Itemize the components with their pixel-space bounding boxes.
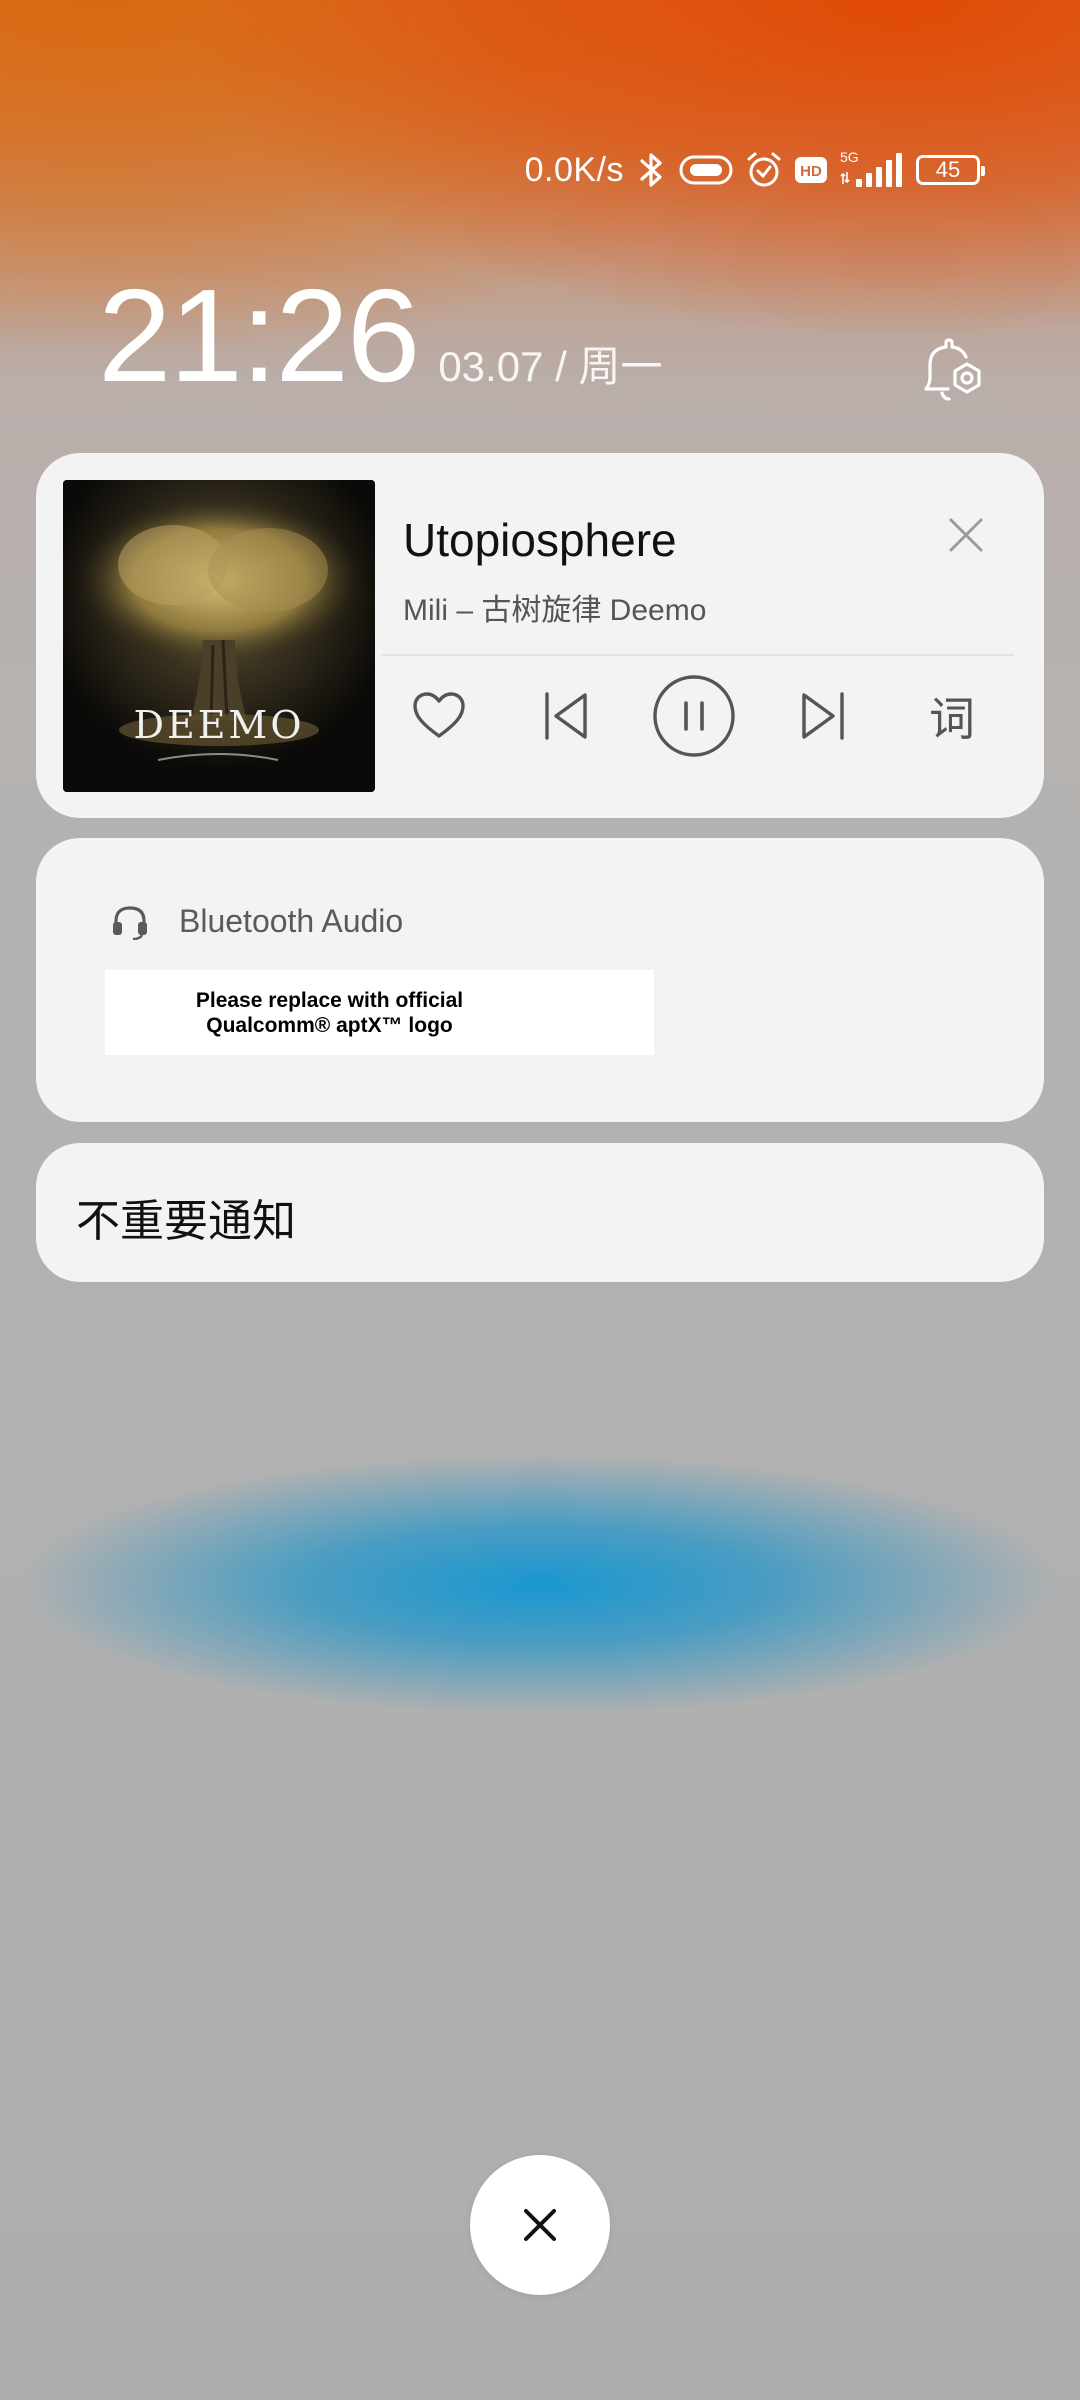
alarm-icon <box>744 150 784 190</box>
hd-label: HD <box>800 163 822 180</box>
lyrics-button[interactable]: 词 <box>907 671 997 761</box>
battery-indicator: 45 <box>916 155 985 185</box>
heart-icon <box>413 692 465 738</box>
network-speed: 0.0K/s <box>524 150 624 189</box>
song-title: Utopiosphere <box>403 514 677 566</box>
music-notification-card[interactable]: DEEMO Utopiosphere Mili – 古树旋律 Deemo 词 <box>36 453 1044 818</box>
status-bar: 0.0K/s HD 5G 45 <box>524 140 985 200</box>
notification-settings-icon[interactable] <box>918 335 988 405</box>
song-artist: Mili – 古树旋律 Deemo <box>403 594 707 627</box>
favorite-button[interactable] <box>394 671 484 761</box>
unimportant-notifications-card[interactable]: 不重要通知 <box>36 1143 1044 1282</box>
bluetooth-audio-row: Bluetooth Audio <box>111 903 403 940</box>
bluetooth-icon <box>634 150 668 190</box>
hd-icon: HD <box>794 155 828 185</box>
previous-track-button[interactable] <box>521 671 611 761</box>
bluetooth-audio-label: Bluetooth Audio <box>179 903 404 939</box>
headset-icon <box>113 905 147 940</box>
bluetooth-audio-card[interactable]: Bluetooth Audio Please replace with offi… <box>36 838 1044 1122</box>
pause-icon <box>653 675 735 757</box>
lyrics-label: 词 <box>929 692 975 746</box>
clear-all-button[interactable] <box>470 2155 610 2295</box>
skip-next-icon <box>802 692 844 740</box>
pause-button[interactable] <box>649 671 739 761</box>
clock-time: 21:26 <box>98 262 420 409</box>
aptx-line-2: Qualcomm® aptX™ logo <box>206 1013 453 1037</box>
lockscreen-clock: 21:26 03.07 / 周一 <box>98 270 662 402</box>
divider <box>381 654 1014 656</box>
skip-previous-icon <box>545 692 587 740</box>
network-type: 5G <box>840 149 859 165</box>
close-icon <box>524 2209 556 2241</box>
clock-date: 03.07 / 周一 <box>438 343 663 390</box>
unimportant-notifications-label: 不重要通知 <box>76 1196 296 1247</box>
signal-5g-icon: 5G <box>838 148 906 192</box>
next-track-button[interactable] <box>778 671 868 761</box>
close-player-button[interactable] <box>941 510 991 560</box>
aptx-line-1: Please replace with official <box>195 988 464 1012</box>
aptx-logo-placeholder: Please replace with official Qualcomm® a… <box>105 970 654 1055</box>
album-title-text: DEEMO <box>133 703 304 747</box>
vibrate-icon <box>678 153 734 187</box>
close-icon <box>949 518 983 552</box>
album-art: DEEMO <box>63 480 375 792</box>
